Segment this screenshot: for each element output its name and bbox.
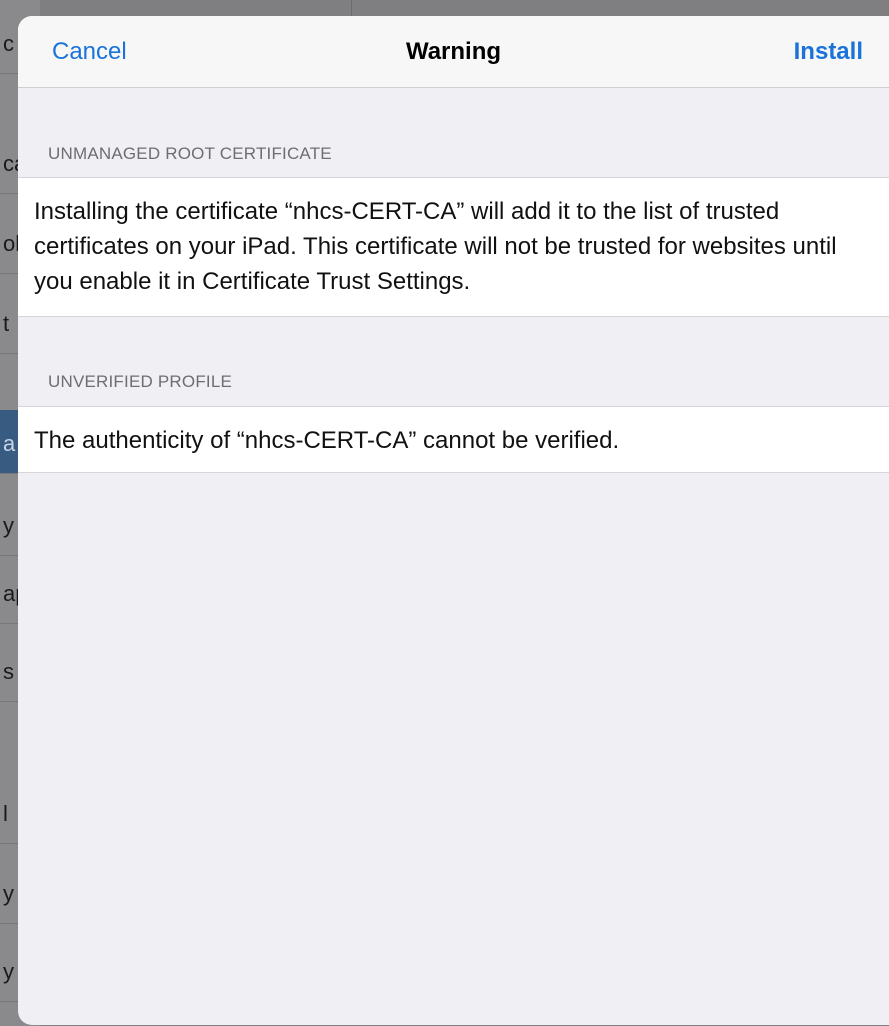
background-divider xyxy=(351,0,352,16)
navbar-title: Warning xyxy=(405,38,502,65)
background-row-fragment: y xyxy=(3,881,14,906)
background-row-fragment: c xyxy=(3,31,14,56)
background-row-fragment: y xyxy=(3,959,14,984)
install-button[interactable]: Install xyxy=(794,38,863,66)
certificate-warning-cell: Installing the certificate “nhcs-CERT-CA… xyxy=(18,177,889,317)
navigation-bar: Cancel Warning Install xyxy=(18,16,889,88)
background-row-fragment: t xyxy=(3,311,10,336)
certificate-warning-text: Installing the certificate “nhcs-CERT-CA… xyxy=(34,198,837,295)
section-header-unverified-profile: UNVERIFIED PROFILE xyxy=(48,372,233,391)
unverified-profile-cell: The authenticity of “nhcs-CERT-CA” canno… xyxy=(18,406,889,473)
background-row-fragment: l xyxy=(3,801,8,826)
background-row-fragment: y xyxy=(3,513,14,538)
section-header-unmanaged-root-certificate: UNMANAGED ROOT CERTIFICATE xyxy=(48,144,332,163)
unverified-profile-text: The authenticity of “nhcs-CERT-CA” canno… xyxy=(34,427,620,454)
background-row-fragment: a xyxy=(3,431,16,456)
warning-modal-sheet: Cancel Warning Install UNMANAGED ROOT CE… xyxy=(18,16,889,1025)
background-row-fragment: s xyxy=(3,659,14,684)
